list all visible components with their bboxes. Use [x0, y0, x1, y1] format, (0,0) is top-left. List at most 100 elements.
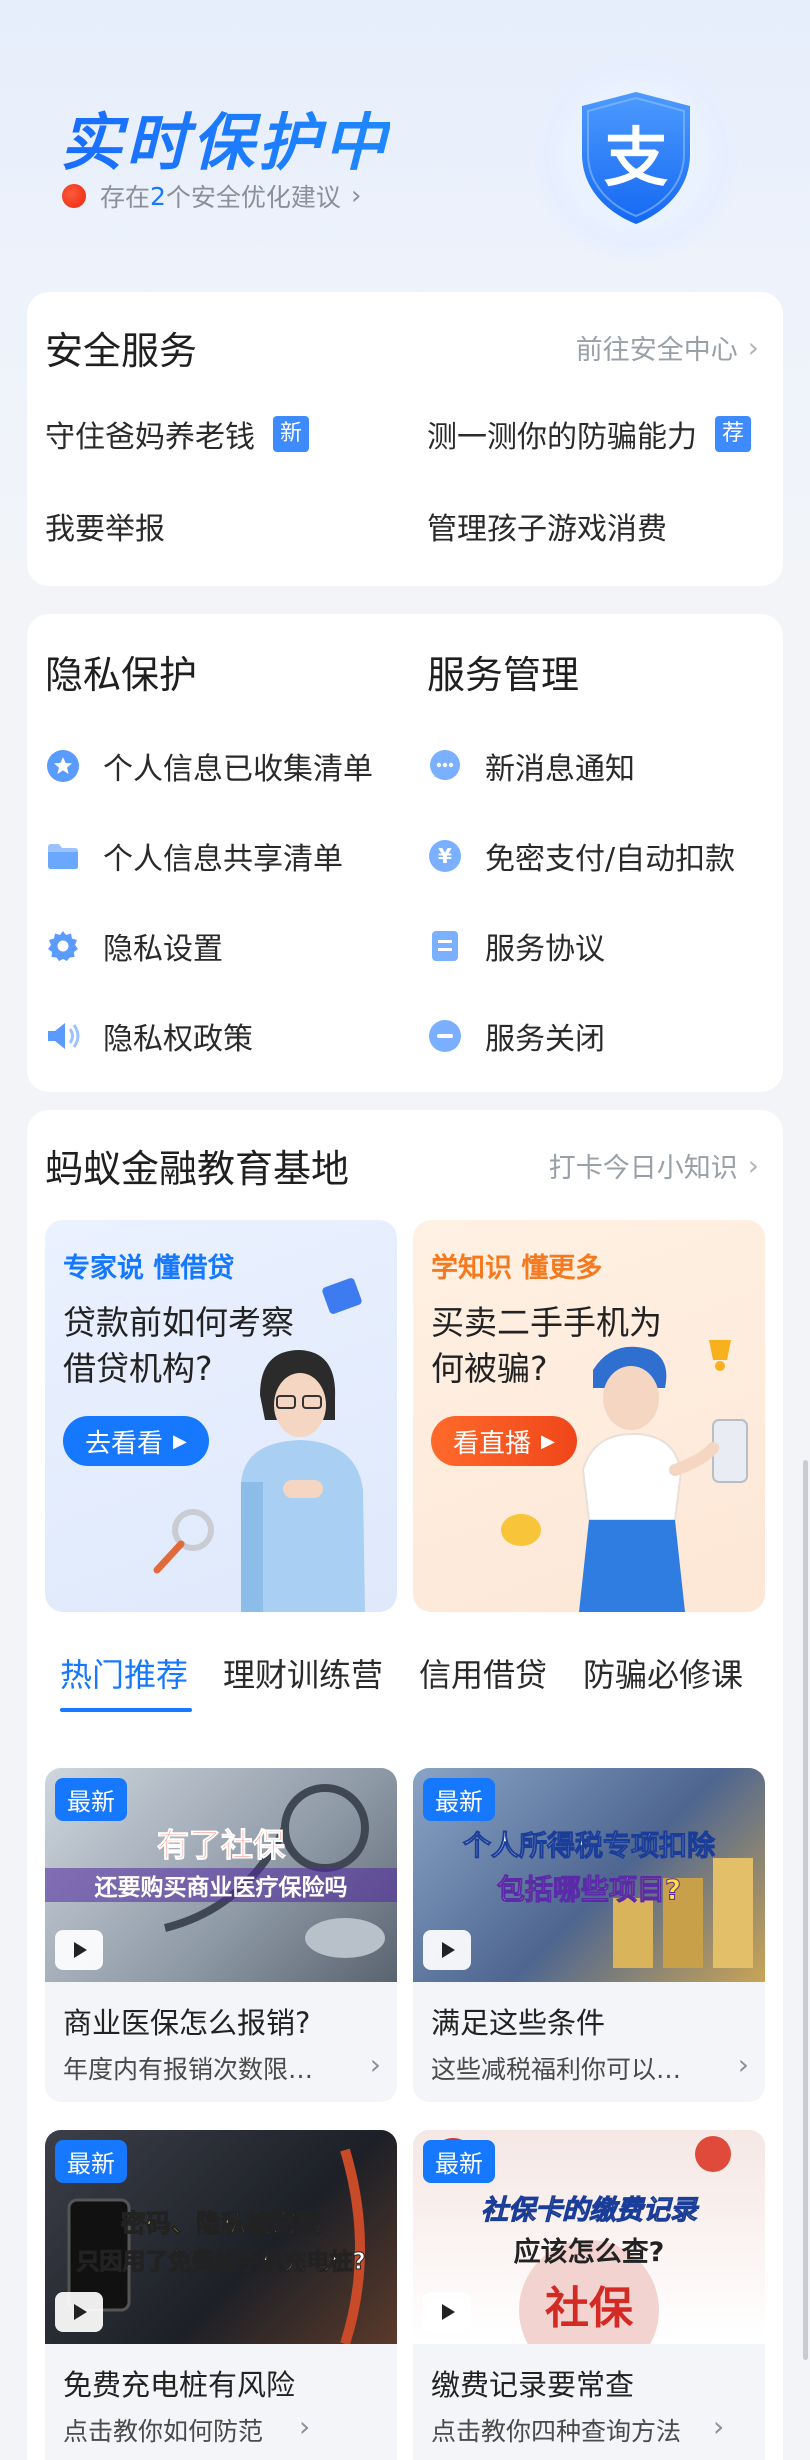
- play-icon: [423, 1930, 471, 1970]
- service-child-game-spending[interactable]: 管理孩子游戏消费: [427, 504, 667, 548]
- service-label: 测一测你的防骗能力: [427, 420, 697, 455]
- video-card-charging-risk[interactable]: 密码、隐私被窃取 只因用了免费的手机充电桩? 最新 免费充电桩有风险 点击教你如…: [45, 2130, 397, 2460]
- alipay-shield-logo: 支: [530, 50, 742, 262]
- list-item-label: 隐私设置: [103, 932, 223, 967]
- star-badge-icon: [45, 748, 81, 784]
- cover-headline: 密码、隐私被窃取: [120, 2209, 321, 2239]
- status-suffix: 个安全优化建议: [165, 183, 341, 212]
- latest-badge: 最新: [423, 1778, 495, 1821]
- yen-icon: ¥: [427, 838, 463, 874]
- cover-subline: 只因用了免费的手机充电桩?: [76, 2249, 366, 2276]
- service-management-title: 服务管理: [427, 653, 580, 697]
- daily-knowledge-link[interactable]: 打卡今日小知识 ›: [549, 1146, 759, 1185]
- cover-subline: 包括哪些项目?: [496, 1873, 682, 1907]
- chevron-right-icon: ›: [369, 2048, 381, 2081]
- cover-subline: 还要购买商业医疗保险吗: [45, 1868, 397, 1902]
- privacy-item-policy[interactable]: 隐私权政策: [45, 1014, 253, 1058]
- financial-education-card: 蚂蚁金融教育基地 打卡今日小知识 › 专家说 懂借贷 贷款前如何考察借贷机构? …: [27, 1110, 783, 2460]
- video-title: 免费充电桩有风险: [63, 2368, 296, 2402]
- tab-wealth-camp[interactable]: 理财训练营: [223, 1650, 383, 1696]
- privacy-and-service-card: 隐私保护 服务管理 个人信息已收集清单 个人信息共享清单 隐私设置 隐私权政策 …: [27, 614, 783, 1092]
- chevron-right-icon: ›: [350, 181, 362, 211]
- document-icon: [427, 928, 463, 964]
- advisor-illustration: [153, 1278, 365, 1612]
- shield-glyph: 支: [604, 122, 668, 196]
- list-item-label: 个人信息共享清单: [103, 842, 343, 877]
- video-thumbnail: 有了社保 还要购买商业医疗保险吗 最新: [45, 1768, 397, 1982]
- video-card-tax-deduction[interactable]: 个人所得税专项扣除 包括哪些项目? 最新 满足这些条件 这些减税福利你可以… ›: [413, 1768, 765, 2102]
- play-icon: [423, 2292, 471, 2332]
- list-item-label: 新消息通知: [485, 752, 635, 787]
- service-item-agreement[interactable]: 服务协议: [427, 924, 605, 968]
- protection-status-title: 实时保护中: [60, 92, 390, 182]
- promo-card-used-phones[interactable]: 学知识 懂更多 买卖二手手机为何被骗? 看直播 ▶: [413, 1220, 765, 1612]
- new-badge: 新: [273, 416, 309, 452]
- list-item-label: 隐私权政策: [103, 1022, 253, 1057]
- privacy-title: 隐私保护: [45, 653, 198, 697]
- cover-subline: 应该怎么查?: [513, 2237, 665, 2268]
- list-item-label: 个人信息已收集清单: [103, 752, 373, 787]
- video-thumbnail: 个人所得税专项扣除 包括哪些项目? 最新: [413, 1768, 765, 1982]
- latest-badge: 最新: [55, 1778, 127, 1821]
- play-icon: [55, 1930, 103, 1970]
- chevron-right-icon: ›: [299, 2410, 311, 2443]
- service-item-close[interactable]: 服务关闭: [427, 1014, 605, 1058]
- cover-headline: 社保卡的缴费记录: [481, 2195, 698, 2227]
- list-item-label: 免密支付/自动扣款: [485, 842, 736, 877]
- cover-headline: 有了社保: [156, 1826, 285, 1865]
- video-subtitle: 年度内有报销次数限…: [63, 2055, 314, 2084]
- promo-card-loans[interactable]: 专家说 懂借贷 贷款前如何考察借贷机构? 去看看 ▶: [45, 1220, 397, 1612]
- latest-badge: 最新: [55, 2140, 127, 2183]
- folder-icon: [45, 838, 81, 874]
- daily-knowledge-label: 打卡今日小知识: [548, 1153, 738, 1184]
- protection-header: 实时保护中 存在 2 个安全优化建议 › 支: [0, 0, 810, 280]
- security-suggestions-link[interactable]: 存在 2 个安全优化建议 ›: [62, 178, 361, 214]
- go-to-security-center-link[interactable]: 前往安全中心 ›: [576, 328, 759, 367]
- speaker-icon: [45, 1018, 81, 1054]
- tab-hot-picks[interactable]: 热门推荐: [60, 1650, 188, 1696]
- presenter-illustration: [501, 1340, 748, 1612]
- video-subtitle: 点击教你四种查询方法: [431, 2417, 682, 2446]
- chevron-right-icon: ›: [747, 331, 759, 364]
- active-tab-indicator: [60, 1708, 192, 1712]
- service-report[interactable]: 我要举报: [45, 504, 165, 548]
- privacy-item-settings[interactable]: 隐私设置: [45, 924, 223, 968]
- education-tabs: 热门推荐 理财训练营 信用借贷 防骗必修课: [27, 1650, 783, 1712]
- recommend-badge: 荐: [715, 416, 751, 452]
- suggestion-count: 2: [150, 181, 166, 211]
- video-card-social-security[interactable]: 社保卡的缴费记录 应该怎么查? 社保 最新 缴费记录要常查 点击教你四种查询方法…: [413, 2130, 765, 2460]
- cover-headline: 个人所得税专项扣除: [462, 1829, 715, 1863]
- safety-services-card: 安全服务 前往安全中心 › 守住爸妈养老钱 新 测一测你的防骗能力 荐 我要举报…: [27, 292, 783, 586]
- status-prefix: 存在: [100, 183, 151, 212]
- video-thumbnail: 社保卡的缴费记录 应该怎么查? 社保 最新: [413, 2130, 765, 2344]
- shield-icon: 支: [582, 92, 690, 224]
- gear-icon: [45, 928, 81, 964]
- privacy-item-shared-list[interactable]: 个人信息共享清单: [45, 834, 343, 878]
- education-title: 蚂蚁金融教育基地: [45, 1147, 350, 1191]
- latest-badge: 最新: [423, 2140, 495, 2183]
- service-fraud-test[interactable]: 测一测你的防骗能力 荐: [427, 412, 751, 456]
- list-item-label: 服务协议: [485, 932, 605, 967]
- safety-services-title: 安全服务: [45, 329, 198, 373]
- play-icon: [55, 2292, 103, 2332]
- service-item-auto-pay[interactable]: ¥ 免密支付/自动扣款: [427, 834, 735, 878]
- chat-bubble-icon: [427, 748, 463, 784]
- video-title: 满足这些条件: [431, 2006, 606, 2040]
- video-card-medical-insurance[interactable]: 有了社保 还要购买商业医疗保险吗 最新 商业医保怎么报销? 年度内有报销次数限……: [45, 1768, 397, 2102]
- video-title: 商业医保怎么报销?: [63, 2006, 311, 2040]
- service-item-notifications[interactable]: 新消息通知: [427, 744, 635, 788]
- service-label: 管理孩子游戏消费: [427, 512, 667, 547]
- video-thumbnail: 密码、隐私被窃取 只因用了免费的手机充电桩? 最新: [45, 2130, 397, 2344]
- scrollbar-thumb[interactable]: [803, 1460, 808, 2360]
- service-label: 守住爸妈养老钱: [45, 420, 255, 455]
- security-center-link-label: 前往安全中心: [575, 335, 738, 366]
- video-subtitle: 点击教你如何防范: [63, 2417, 264, 2446]
- tab-credit-loans[interactable]: 信用借贷: [419, 1650, 547, 1696]
- service-protect-parents-money[interactable]: 守住爸妈养老钱 新: [45, 412, 309, 456]
- privacy-item-collected-list[interactable]: 个人信息已收集清单: [45, 744, 373, 788]
- minus-circle-icon: [427, 1018, 463, 1054]
- svg-text:¥: ¥: [438, 844, 452, 868]
- alert-dot-icon: [62, 184, 86, 208]
- video-subtitle: 这些减税福利你可以…: [431, 2055, 682, 2084]
- tab-anti-fraud[interactable]: 防骗必修课: [583, 1650, 743, 1696]
